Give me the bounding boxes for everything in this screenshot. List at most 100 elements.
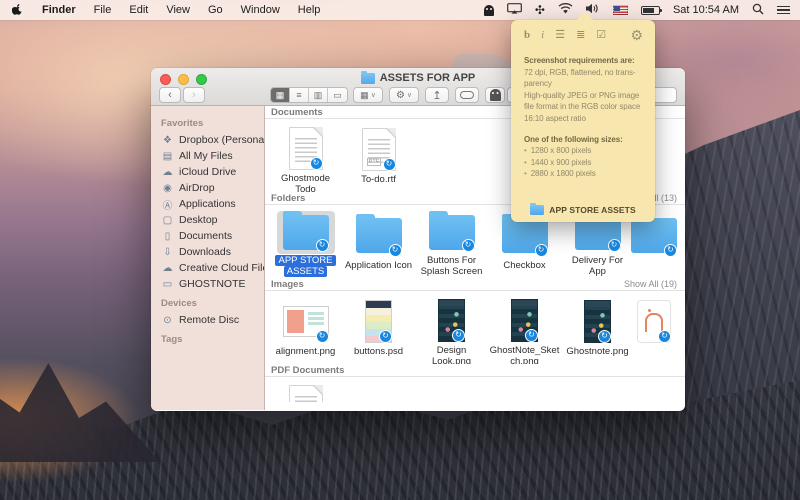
sync-badge-icon: ↻ bbox=[462, 239, 475, 252]
file-application-icon[interactable]: ↻ Application Icon bbox=[342, 211, 415, 278]
sync-badge-icon: ↻ bbox=[658, 330, 671, 343]
coverflow-view-button[interactable]: ▭ bbox=[328, 88, 347, 102]
arrange-button[interactable]: ▦∨ bbox=[353, 87, 383, 103]
wifi-icon[interactable] bbox=[558, 3, 573, 17]
sidebar-item-airdrop[interactable]: ◉ AirDrop bbox=[151, 180, 264, 196]
file-app-store-assets[interactable]: ↻APP STORE ASSETS bbox=[269, 211, 342, 278]
file-icon-box bbox=[283, 383, 329, 402]
documents-icon: ▯ bbox=[161, 231, 174, 242]
fan-menubar-icon[interactable]: ✣ bbox=[535, 4, 545, 16]
share-button[interactable]: ↥ bbox=[425, 87, 449, 103]
file-partial[interactable]: ↻ bbox=[634, 297, 674, 364]
airplay-display-icon[interactable] bbox=[507, 3, 522, 17]
menu-file[interactable]: File bbox=[85, 0, 121, 20]
file-ghostmode-todo[interactable]: ↻Ghostmode Todo bbox=[269, 125, 342, 192]
checklist-button[interactable]: ☑ bbox=[596, 29, 606, 41]
file-design-look-png[interactable]: ↻Design Look.png bbox=[415, 297, 488, 364]
menu-view[interactable]: View bbox=[157, 0, 199, 20]
popover-attachment[interactable]: APP STORE ASSETS bbox=[511, 205, 655, 215]
sidebar-item-downloads[interactable]: ⇩Downloads bbox=[151, 244, 264, 260]
sidebar-item-creative-cloud-files[interactable]: ☁Creative Cloud Files bbox=[151, 260, 264, 276]
sidebar-item-label: All My Files bbox=[179, 150, 233, 162]
file-alignment-png[interactable]: ↻alignment.png bbox=[269, 297, 342, 364]
file-label: GhostNote_Sketch.png bbox=[490, 346, 560, 364]
window-title-text: ASSETS FOR APP bbox=[380, 72, 476, 84]
file-to-do-rtf[interactable]: RTF↻To-do.rtf bbox=[342, 125, 415, 192]
file-icon-box: ↻ bbox=[423, 211, 481, 254]
sidebar-item-label: Dropbox (Personal) bbox=[179, 134, 264, 146]
folder-proxy-icon bbox=[361, 73, 375, 84]
sidebar-item-icloud-drive[interactable]: ☁ iCloud Drive bbox=[151, 164, 264, 180]
file-buttons-for-splash-screen[interactable]: ↻Buttons For Splash Screen bbox=[415, 211, 488, 278]
sidebar-section-favorites: Favorites bbox=[151, 112, 264, 132]
battery-icon[interactable] bbox=[641, 6, 660, 15]
menubar-clock[interactable]: Sat 10:54 AM bbox=[673, 4, 739, 16]
file-partial[interactable] bbox=[269, 383, 342, 402]
spotlight-search-icon[interactable] bbox=[752, 3, 764, 18]
menu-finder[interactable]: Finder bbox=[33, 0, 85, 20]
file-ghostnote-png[interactable]: ↻ Ghostnote.png bbox=[561, 297, 634, 364]
file-label: buttons.psd bbox=[354, 347, 403, 358]
ghostnote-menubar-icon[interactable] bbox=[484, 5, 494, 16]
sidebar-item-desktop[interactable]: ▢Desktop bbox=[151, 212, 264, 228]
file-buttons-psd[interactable]: ↻buttons.psd bbox=[342, 297, 415, 364]
section-title: Images bbox=[271, 279, 304, 290]
file-icon-box: ↻ bbox=[277, 211, 335, 254]
sidebar-item-documents[interactable]: ▯ Documents bbox=[151, 228, 264, 244]
action-button[interactable]: ⚙∨ bbox=[389, 87, 419, 103]
apple-menu-icon[interactable] bbox=[0, 4, 33, 17]
file-icon-box: ↻ bbox=[350, 211, 408, 259]
file-label: Design Look.png bbox=[417, 346, 487, 364]
sidebar-item-label: Downloads bbox=[179, 246, 231, 258]
numbered-list-button[interactable]: ≣ bbox=[576, 29, 585, 41]
sidebar-item-label: iCloud Drive bbox=[179, 166, 236, 178]
file-ghostnote-sketch-png[interactable]: ↻GhostNote_Sketch.png bbox=[488, 297, 561, 364]
note-bullet-item: •1440 x 900 pixels bbox=[524, 157, 647, 169]
bold-button[interactable]: b bbox=[524, 29, 530, 41]
keyboard-flag-icon[interactable] bbox=[613, 5, 628, 15]
bullet-list-button[interactable]: ☰ bbox=[555, 29, 565, 41]
sidebar-item-label: AirDrop bbox=[179, 182, 215, 194]
note-title-2: One of the following sizes: bbox=[524, 134, 647, 146]
italic-button[interactable]: i bbox=[541, 29, 544, 41]
disc-icon: ⊙ bbox=[161, 315, 174, 326]
creative-cloud-icon: ☁ bbox=[161, 263, 174, 274]
tags-button[interactable] bbox=[455, 87, 479, 103]
airdrop-icon: ◉ bbox=[161, 183, 174, 194]
sidebar-item-remote-disc[interactable]: ⊙ Remote Disc bbox=[151, 312, 264, 328]
file-label: alignment.png bbox=[276, 347, 336, 358]
list-view-button[interactable]: ≡ bbox=[290, 88, 309, 102]
menu-edit[interactable]: Edit bbox=[120, 0, 157, 20]
sidebar-item-applications[interactable]: ⒶApplications bbox=[151, 196, 264, 212]
menu-help[interactable]: Help bbox=[289, 0, 330, 20]
menu-go[interactable]: Go bbox=[199, 0, 232, 20]
forward-button[interactable]: › bbox=[183, 87, 205, 103]
column-view-button[interactable]: ▥ bbox=[309, 88, 328, 102]
file-icon-box: ↻ bbox=[631, 297, 677, 345]
sidebar: Favorites❖Dropbox (Personal)▤All My File… bbox=[151, 106, 265, 410]
file-label: APP STORE ASSETS bbox=[271, 256, 341, 278]
ghostnote-toolbar-button[interactable] bbox=[485, 87, 505, 103]
sidebar-item-label: Remote Disc bbox=[179, 314, 239, 326]
note-paragraph-1: 72 dpi, RGB, flattened, no trans-parency… bbox=[524, 67, 647, 125]
sidebar-item-ghostnote[interactable]: ▭GHOSTNOTE bbox=[151, 276, 264, 292]
section-show-all-link[interactable]: Show All (19) bbox=[624, 279, 677, 289]
sync-badge-icon: ↻ bbox=[598, 330, 611, 343]
tag-icon bbox=[460, 91, 474, 99]
sidebar-item-label: Documents bbox=[179, 230, 232, 242]
desktop: Finder File Edit View Go Window Help ✣ S… bbox=[0, 0, 800, 500]
back-button[interactable]: ‹ bbox=[159, 87, 181, 103]
file-label: Ghostnote.png bbox=[566, 347, 628, 358]
sidebar-item-dropbox-personal-[interactable]: ❖Dropbox (Personal) bbox=[151, 132, 264, 148]
sidebar-item-label: Applications bbox=[179, 198, 236, 210]
note-bullet-list: •1280 x 800 pixels•1440 x 900 pixels•288… bbox=[524, 145, 647, 180]
settings-gear-icon[interactable]: ⚙ bbox=[630, 29, 643, 41]
icon-view-button[interactable]: ▦ bbox=[271, 88, 290, 102]
sidebar-item-all-my-files[interactable]: ▤All My Files bbox=[151, 148, 264, 164]
notification-center-icon[interactable] bbox=[777, 6, 790, 15]
icloud-icon: ☁ bbox=[161, 167, 174, 178]
menu-window[interactable]: Window bbox=[232, 0, 289, 20]
file-label: Application Icon bbox=[345, 261, 412, 272]
note-body[interactable]: Screenshot requirements are: 72 dpi, RGB… bbox=[511, 45, 655, 180]
sync-badge-icon: ↻ bbox=[608, 239, 621, 252]
